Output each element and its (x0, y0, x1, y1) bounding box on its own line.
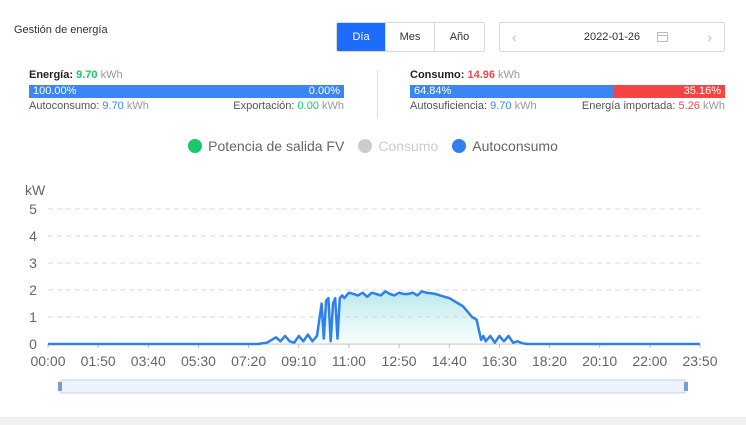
zoom-handle-right[interactable] (684, 382, 688, 391)
energy-bar-right-pct: 0.00% (308, 85, 340, 97)
x-tick-label: 16:30 (482, 353, 517, 369)
x-tick-label: 00:00 (30, 353, 65, 369)
x-tick-label: 18:20 (532, 353, 567, 369)
self-consumption-unit: kWh (126, 100, 149, 112)
export-label: Exportación: (233, 100, 295, 112)
energy-unit: kWh (100, 69, 123, 81)
calendar-icon[interactable] (657, 32, 668, 42)
y-tick-label: 3 (29, 255, 37, 271)
legend-label-consumption: Consumo (378, 138, 439, 154)
energy-panel: Energía: 9.70 kWh 100.00% 0.00% Autocons… (29, 69, 344, 113)
imported-unit: kWh (703, 100, 725, 112)
x-tick-label: 22:00 (632, 353, 667, 369)
legend-dot-consumption (358, 139, 373, 153)
legend-label-pv: Potencia de salida FV (208, 138, 345, 154)
date-picker[interactable]: ‹ 2022-01-26 › (499, 22, 725, 52)
x-tick-label: 07:20 (231, 353, 266, 369)
consumption-unit: kWh (498, 69, 521, 81)
y-axis-label: kW (25, 182, 46, 198)
consumption-value: 14.96 (467, 69, 495, 81)
self-sufficiency-value: 9.70 (490, 100, 512, 112)
legend-label-self: Autoconsumo (472, 138, 558, 154)
x-tick-label: 12:50 (382, 353, 417, 369)
date-value[interactable]: 2022-01-26 (500, 31, 724, 43)
x-tick-label: 20:10 (582, 353, 617, 369)
energy-bar-self: 100.00% 0.00% (29, 85, 344, 98)
x-tick-label: 03:40 (131, 353, 166, 369)
consumption-heading: Consumo: 14.96 kWh (410, 69, 725, 82)
x-tick-label: 23:50 (682, 353, 717, 369)
legend-consumption[interactable]: Consumo (358, 138, 438, 154)
x-tick-label: 11:00 (332, 353, 366, 369)
footer-band (0, 417, 746, 425)
x-tick-label: 01:50 (81, 353, 116, 369)
export-stat: Exportación: 0.00 kWh (233, 100, 344, 113)
energy-value: 9.70 (76, 69, 98, 81)
export-unit: kWh (322, 100, 344, 112)
legend-dot-pv (188, 139, 203, 153)
power-chart: 0 1 2 3 4 5 kW 00:00 01:50 03:40 05:30 07:20 09:10 11… (25, 182, 718, 394)
y-tick-label: 4 (29, 228, 37, 244)
self-sufficiency-label: Autosuficiencia: (410, 100, 488, 112)
tab-day[interactable]: Día (337, 23, 386, 51)
y-tick-label: 1 (29, 309, 37, 325)
consumption-bar-left-pct: 64.84% (414, 85, 452, 97)
energy-bar-left-pct: 100.00% (33, 85, 77, 97)
legend-self-consumption[interactable]: Autoconsumo (452, 138, 558, 154)
consumption-label: Consumo: (410, 69, 465, 81)
tab-year[interactable]: Año (435, 23, 484, 51)
legend-pv-output[interactable]: Potencia de salida FV (188, 138, 344, 154)
period-selector: Día Mes Año (336, 22, 485, 52)
self-sufficiency-unit: kWh (514, 100, 537, 112)
panel-divider (377, 70, 378, 118)
consumption-bar-imported: 35.16% (614, 85, 725, 98)
y-tick-label: 2 (29, 282, 37, 298)
imported-stat: Energía importada: 5.26 kWh (582, 100, 725, 113)
x-tick-label: 05:30 (181, 353, 216, 369)
y-tick-label: 0 (29, 336, 37, 352)
page-title: Gestión de energía (14, 24, 108, 36)
legend-dot-self (452, 139, 467, 153)
tab-month[interactable]: Mes (386, 23, 435, 51)
export-value: 0.00 (297, 100, 319, 112)
self-sufficiency-stat: Autosuficiencia: 9.70 kWh (410, 100, 537, 113)
consumption-panel: Consumo: 14.96 kWh 64.84% 35.16% Autosuf… (410, 69, 725, 113)
zoom-slider-track (59, 379, 687, 394)
series-area-0 (48, 291, 700, 344)
chart-legend: Potencia de salida FV Consumo Autoconsum… (0, 138, 746, 154)
y-tick-label: 5 (29, 201, 37, 217)
self-consumption-stat: Autoconsumo: 9.70 kWh (29, 100, 149, 113)
consumption-bar-self: 64.84% (410, 85, 615, 98)
x-tick-label: 09:10 (281, 353, 316, 369)
consumption-bar-right-pct: 35.16% (683, 85, 721, 97)
x-tick-label: 14:40 (432, 353, 467, 369)
energy-label: Energía: (29, 69, 74, 81)
imported-value: 5.26 (678, 100, 700, 112)
energy-bar: 100.00% 0.00% (29, 85, 344, 98)
zoom-handle-left[interactable] (58, 382, 62, 391)
consumption-bar: 64.84% 35.16% (410, 85, 725, 98)
chevron-right-icon[interactable]: › (708, 30, 712, 45)
self-consumption-label: Autoconsumo: (29, 100, 100, 112)
energy-heading: Energía: 9.70 kWh (29, 69, 344, 82)
imported-label: Energía importada: (581, 100, 676, 112)
self-consumption-value: 9.70 (102, 100, 124, 112)
